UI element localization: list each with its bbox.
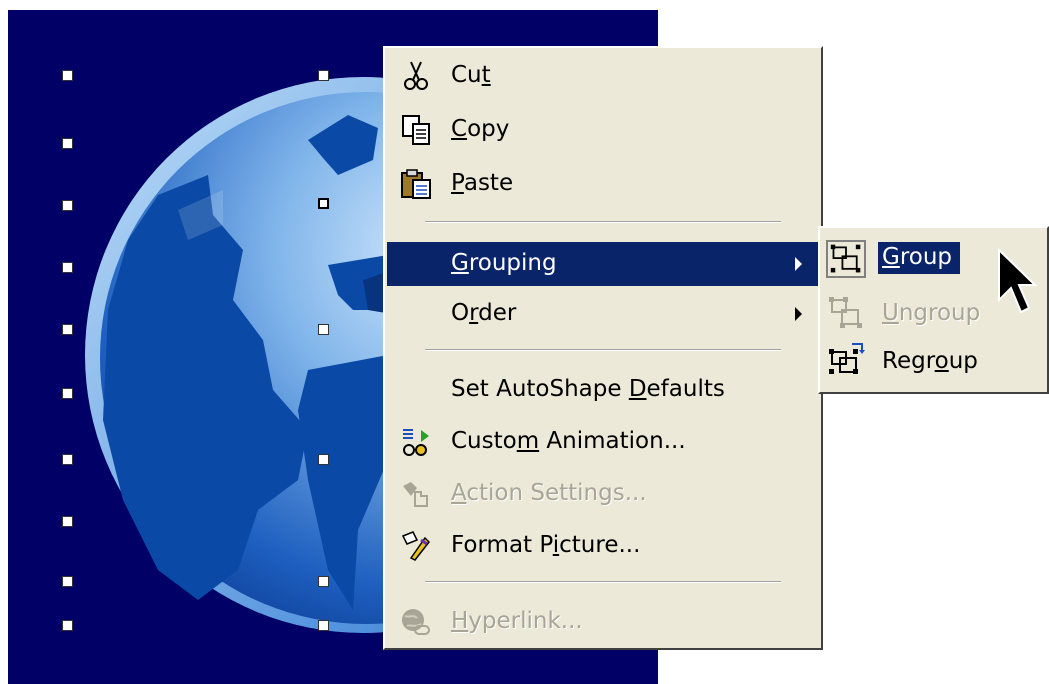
hyperlink-icon [402,609,430,635]
selection-handle[interactable] [62,70,73,81]
menu-separator [425,221,781,223]
selection-handle[interactable] [62,620,73,631]
selection-handle[interactable] [318,70,329,81]
menu-item-order[interactable]: Order [387,292,818,336]
menu-separator [425,581,781,583]
menu-item-custom-animation[interactable]: Custom Animation... [387,420,818,464]
selection-handle[interactable] [318,576,329,587]
menu-item-label: Grouping [451,250,557,276]
action-settings-icon [403,482,428,507]
selection-handle[interactable] [62,454,73,465]
menu-item-cut[interactable]: Cut [387,54,818,98]
menu-item-set-autoshape-defaults[interactable]: Set AutoShape Defaults [387,368,818,412]
menu-item-label: Paste [451,170,514,196]
menu-item-label: Set AutoShape Defaults [451,376,725,402]
copy-icon [402,115,430,145]
menu-item-grouping[interactable]: Grouping [387,242,818,286]
selection-handle[interactable] [318,324,329,335]
menu-item-label: Action Settings... [451,480,647,506]
menu-item-paste[interactable]: Paste [387,162,818,206]
menu-item-label: Order [451,300,517,326]
format-picture-icon [401,531,430,561]
selection-handle[interactable] [318,620,329,631]
menu-separator [425,349,781,351]
group-icon [826,240,866,278]
menu-item-label: Cut [451,62,491,88]
custom-animation-icon [403,429,429,456]
selection-handle[interactable] [318,454,329,465]
scissors-icon [404,61,428,90]
selection-handle[interactable] [62,324,73,335]
menu-item-label: Copy [451,116,510,142]
submenu-arrow-icon [795,307,802,321]
selection-handle[interactable] [62,262,73,273]
ungroup-icon [829,297,862,328]
paste-icon [401,169,431,199]
menu-item-label: Format Picture... [451,532,641,558]
selection-handle[interactable] [62,516,73,527]
menu-item-action-settings[interactable]: Action Settings... [387,472,818,516]
selection-handle[interactable] [62,138,73,149]
regroup-icon [829,343,865,374]
menu-item-format-picture[interactable]: Format Picture... [387,524,818,568]
context-menu: Cut Copy Paste Grouping Order Set AutoSh… [383,46,823,650]
submenu-arrow-icon [795,257,802,271]
menu-item-hyperlink[interactable]: Hyperlink... [387,600,818,644]
selection-handle[interactable] [62,576,73,587]
selection-handle[interactable] [62,388,73,399]
menu-item-label: Hyperlink... [451,608,583,634]
submenu-item-regroup[interactable]: Regroup [822,336,1045,386]
menu-item-label: Custom Animation... [451,428,686,454]
selection-handle[interactable] [318,198,329,209]
submenu-item-label: Regroup [882,348,978,374]
menu-item-copy[interactable]: Copy [387,108,818,152]
mouse-pointer-icon [998,248,1038,314]
submenu-item-label: Ungroup [882,300,981,326]
submenu-item-label: Group [878,242,961,274]
selection-handle[interactable] [62,200,73,211]
